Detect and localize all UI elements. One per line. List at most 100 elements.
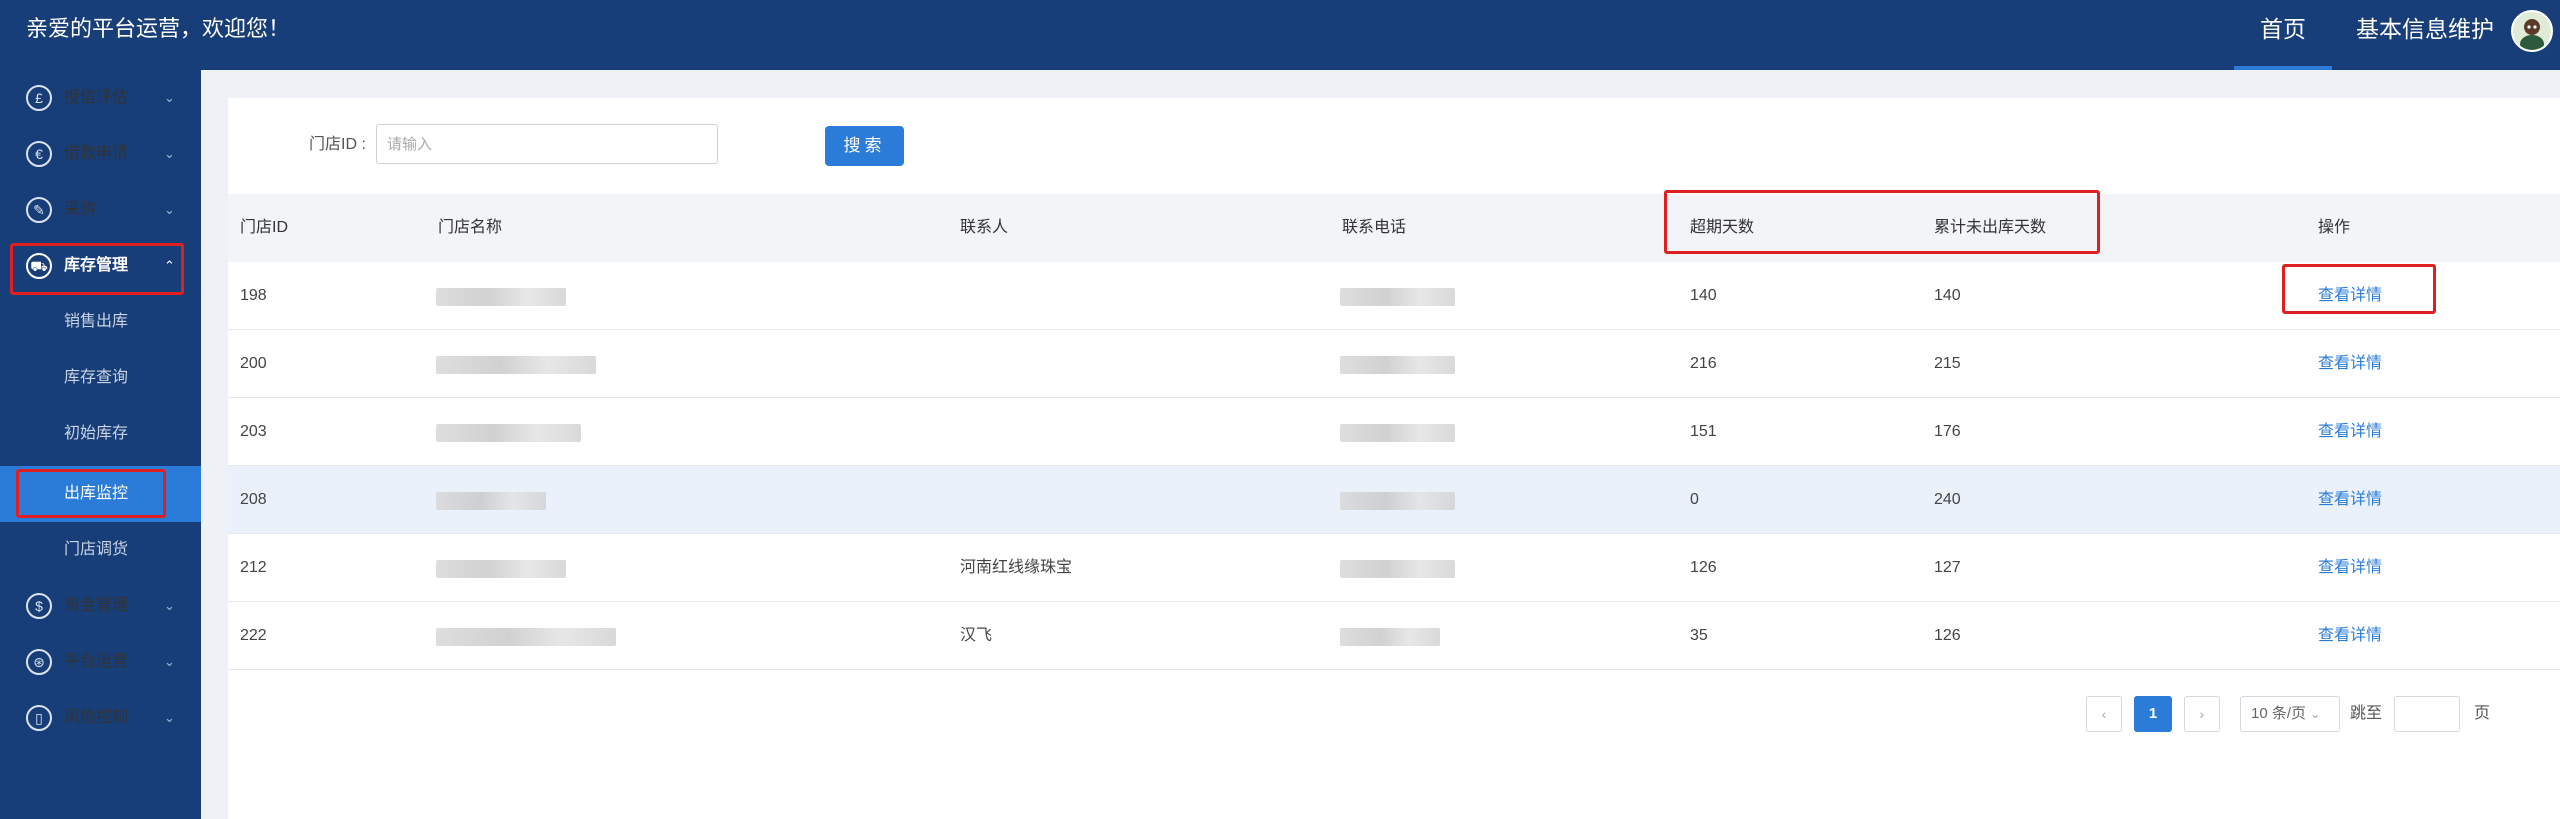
redacted-phone [1340,424,1455,442]
column-header: 操作 [2318,219,2351,236]
prev-page-button[interactable]: ‹ [2086,696,2122,732]
column-header: 超期天数 [1690,219,1755,236]
chevron-down-icon: ⌄ [164,654,175,669]
sidebar-item-label: 借款申请 [64,145,129,162]
cell-overdue-days: 216 [1690,355,1717,372]
redacted-store-name [436,560,566,578]
avatar-image-icon [2513,12,2551,50]
euro-icon: € [26,141,52,167]
table-row: 212 河南红线缘珠宝 126 127 查看详情 [228,534,2560,602]
cell-contact: 河南红线缘珠宝 [960,559,1073,576]
view-details-link[interactable]: 查看详情 [2318,602,2382,670]
truck-icon: ⛟ [26,253,52,279]
cell-total-days: 215 [1934,355,1961,372]
top-header: 亲爱的平台运营，欢迎您！ 首页 基本信息维护 [0,0,2560,70]
table-row: 208 0 240 查看详情 [228,466,2560,534]
sidebar-item-label: 库存管理 [64,257,129,274]
redacted-phone [1340,356,1455,374]
redacted-store-name [436,356,596,374]
cell-overdue-days: 0 [1690,491,1699,508]
cell-overdue-days: 126 [1690,559,1717,576]
sidebar-item-fund-management[interactable]: $ 资金管理 ⌄ [0,578,201,634]
cell-total-days: 127 [1934,559,1961,576]
sidebar-subitem-sales-outbound[interactable]: 销售出库 [0,294,201,350]
chevron-up-icon: ⌃ [164,258,175,273]
store-id-label: 门店ID : [309,136,366,153]
sidebar-item-label: 风险控制 [64,709,129,726]
nav-home[interactable]: 首页 [2234,0,2332,70]
sidebar-item-credit-assessment[interactable]: £ 授信评估 ⌄ [0,70,201,126]
chevron-down-icon: ⌄ [164,90,175,105]
redacted-phone [1340,560,1455,578]
page-size-value: 10 条/页 [2251,705,2307,722]
nav-basic-info[interactable]: 基本信息维护 [2356,0,2494,58]
sidebar-item-purchase[interactable]: ✎ 采购 ⌄ [0,182,201,238]
column-header: 门店名称 [438,219,503,236]
view-details-link[interactable]: 查看详情 [2318,330,2382,398]
table-row: 203 151 176 查看详情 [228,398,2560,466]
cell-store-id: 198 [240,287,267,304]
cell-store-id: 208 [240,491,267,508]
next-page-button[interactable]: › [2184,696,2220,732]
chevron-down-icon: ⌄ [164,202,175,217]
page-suffix-label: 页 [2474,705,2491,722]
redacted-phone [1340,628,1440,646]
column-header: 联系电话 [1342,219,1407,236]
table-row: 200 216 215 查看详情 [228,330,2560,398]
view-details-link[interactable]: 查看详情 [2318,534,2382,602]
cell-overdue-days: 140 [1690,287,1717,304]
redacted-phone [1340,492,1455,510]
search-button[interactable]: 搜索 [825,126,904,166]
cell-overdue-days: 151 [1690,423,1717,440]
tag-icon: ✎ [26,197,52,223]
view-details-link[interactable]: 查看详情 [2318,398,2382,466]
welcome-text: 亲爱的平台运营，欢迎您！ [26,16,291,41]
cell-total-days: 140 [1934,287,1961,304]
cell-store-id: 222 [240,627,267,644]
money-bag-icon: $ [26,593,52,619]
column-header: 联系人 [960,219,1009,236]
chevron-down-icon: ⌄ [164,598,175,613]
table-row: 198 140 140 查看详情 [228,262,2560,330]
cell-total-days: 240 [1934,491,1961,508]
sidebar-item-platform-operation[interactable]: ⊛ 平台运营 ⌄ [0,634,201,690]
column-header: 累计未出库天数 [1934,219,2047,236]
sidebar-item-risk-control[interactable]: ▯ 风险控制 ⌄ [0,690,201,746]
table-header: 门店ID 门店名称 联系人 联系电话 超期天数 累计未出库天数 操作 [228,194,2560,262]
cell-store-id: 203 [240,423,267,440]
cell-overdue-days: 35 [1690,627,1708,644]
chevron-down-icon: ⌄ [164,146,175,161]
avatar[interactable] [2511,10,2553,52]
sidebar-item-inventory[interactable]: ⛟ 库存管理 ⌃ [0,238,201,294]
jump-page-input[interactable] [2394,696,2460,732]
table-row: 222 汉飞 35 126 查看详情 [228,602,2560,670]
redacted-store-name [436,288,566,306]
cell-store-id: 212 [240,559,267,576]
sidebar-subitem-store-transfer[interactable]: 门店调货 [0,522,201,578]
sidebar-item-loan-application[interactable]: € 借款申请 ⌄ [0,126,201,182]
page-1-button[interactable]: 1 [2134,696,2172,732]
column-header: 门店ID [240,219,289,236]
redacted-store-name [436,492,546,510]
store-id-input[interactable] [376,124,718,164]
redacted-phone [1340,288,1455,306]
view-details-link[interactable]: 查看详情 [2318,262,2382,330]
chevron-down-icon: ⌄ [164,710,175,725]
document-icon: ▯ [26,705,52,731]
sidebar-subitem-inventory-query[interactable]: 库存查询 [0,350,201,406]
sidebar-item-label: 采购 [64,201,97,218]
page-size-select[interactable]: 10 条/页 ⌄ [2240,696,2340,732]
chevron-down-icon: ⌄ [2310,707,2321,721]
sidebar-item-label: 平台运营 [64,653,129,670]
sitemap-icon: ⊛ [26,649,52,675]
view-details-link[interactable]: 查看详情 [2318,466,2382,534]
sidebar-item-label: 资金管理 [64,597,129,614]
sidebar-subitem-initial-inventory[interactable]: 初始库存 [0,406,201,462]
cell-contact: 汉飞 [960,627,993,644]
cell-store-id: 200 [240,355,267,372]
cell-total-days: 126 [1934,627,1961,644]
jump-to-label: 跳至 [2350,705,2383,722]
pound-icon: £ [26,85,52,111]
sidebar-subitem-outbound-monitor[interactable]: 出库监控 [0,466,201,522]
sidebar-item-label: 授信评估 [64,89,129,106]
